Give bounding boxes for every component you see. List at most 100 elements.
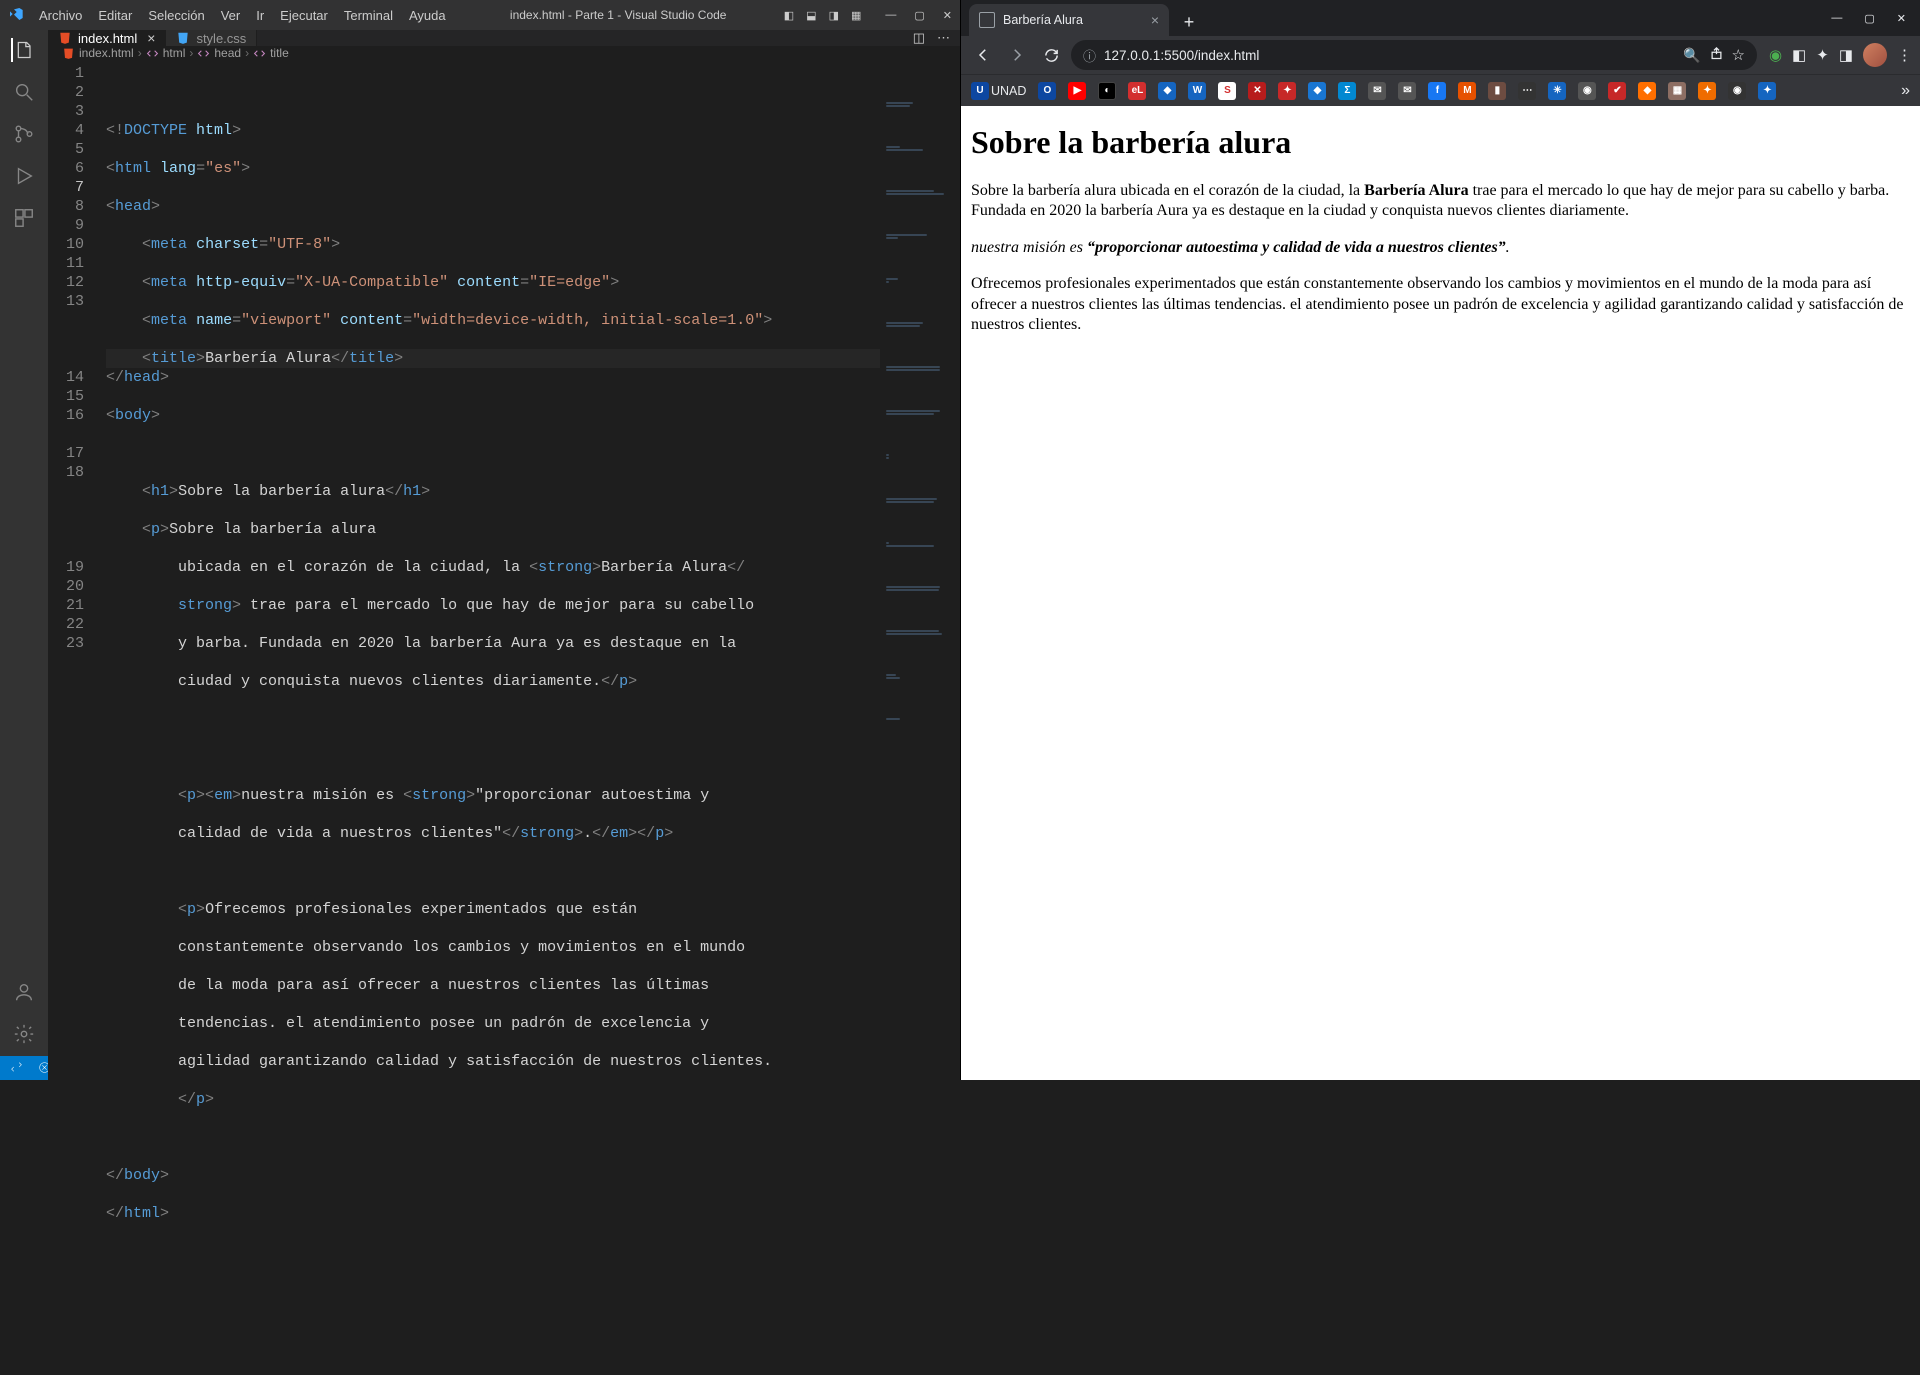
bookmark-star-icon[interactable]: ☆ — [1732, 46, 1745, 64]
bookmark-icon[interactable]: W — [1188, 82, 1206, 100]
vscode-titlebar: Archivo Editar Selección Ver Ir Ejecutar… — [0, 0, 960, 30]
bookmark-icon[interactable]: ✦ — [1758, 82, 1776, 100]
line-gutter: 123456 7891011 1213 1415 16 1718 1920212… — [48, 60, 102, 1375]
browser-tab[interactable]: Barbería Alura × — [969, 4, 1169, 36]
bookmark-icon[interactable]: O — [1038, 82, 1056, 100]
menu-terminal[interactable]: Terminal — [337, 4, 400, 27]
bookmark-icon[interactable]: ✉ — [1398, 82, 1416, 100]
bookmark-icon[interactable]: ✕ — [1248, 82, 1266, 100]
bookmark-icon[interactable]: M — [1458, 82, 1476, 100]
maximize-icon[interactable]: ▢ — [1864, 12, 1874, 25]
breadcrumb-html[interactable]: html — [146, 46, 186, 60]
reload-button[interactable] — [1037, 41, 1065, 69]
remote-indicator[interactable] — [10, 1061, 26, 1075]
menu-editar[interactable]: Editar — [91, 4, 139, 27]
bookmark-icon[interactable]: ✳ — [1548, 82, 1566, 100]
source-control-icon[interactable] — [12, 122, 36, 146]
toggle-panel-bottom-icon[interactable]: ⬓ — [806, 9, 816, 22]
bookmark-icon[interactable]: Σ — [1338, 82, 1356, 100]
minimize-icon[interactable]: — — [1831, 12, 1842, 25]
accounts-icon[interactable] — [12, 980, 36, 1004]
breadcrumb[interactable]: index.html › html › head › title — [48, 46, 960, 60]
customize-layout-icon[interactable]: ▦ — [851, 9, 861, 22]
bookmark-icon[interactable]: ◆ — [1638, 82, 1656, 100]
maximize-icon[interactable]: ▢ — [914, 9, 924, 22]
bookmark-icon[interactable]: eL — [1128, 82, 1146, 100]
tab-label: style.css — [196, 31, 246, 46]
vscode-body: index.html × style.css ◫ ⋯ i — [0, 30, 960, 1056]
bookmark-icon[interactable]: ◉ — [1578, 82, 1596, 100]
new-tab-button[interactable]: + — [1175, 8, 1203, 36]
profile-avatar[interactable] — [1863, 43, 1887, 67]
menu-ver[interactable]: Ver — [214, 4, 248, 27]
close-icon[interactable]: ✕ — [1897, 12, 1906, 25]
extension-icon[interactable]: ◉ — [1769, 46, 1782, 64]
bookmark-icon[interactable]: ✔ — [1608, 82, 1626, 100]
strong-text: “proporcionar autoestima y calidad de vi… — [1087, 239, 1506, 256]
run-debug-icon[interactable] — [12, 164, 36, 188]
bookmark-icon[interactable]: ◉ — [1728, 82, 1746, 100]
bookmark-icon[interactable]: S — [1218, 82, 1236, 100]
side-panel-icon[interactable]: ◨ — [1839, 46, 1853, 64]
css-file-icon — [176, 31, 190, 45]
paragraph-1: Sobre la barbería alura ubicada en el co… — [971, 181, 1910, 222]
tab-close-icon[interactable]: × — [147, 30, 155, 46]
chrome-menu-icon[interactable]: ⋮ — [1897, 46, 1912, 64]
toggle-panel-left-icon[interactable]: ◧ — [784, 9, 794, 22]
editor-tabs: index.html × style.css ◫ ⋯ — [48, 30, 960, 46]
layout-controls: ◧ ⬓ ◨ ▦ — [784, 9, 862, 22]
tab-style-css[interactable]: style.css — [166, 30, 257, 46]
bookmark-icon[interactable]: ◆ — [1158, 82, 1176, 100]
breadcrumb-title[interactable]: title — [253, 46, 289, 60]
back-button[interactable] — [969, 41, 997, 69]
chrome-window: Barbería Alura × + — ▢ ✕ ⓘ 127.0. — [961, 0, 1920, 1080]
extensions-icon[interactable] — [12, 206, 36, 230]
settings-gear-icon[interactable] — [12, 1022, 36, 1046]
tab-label: index.html — [78, 31, 137, 46]
site-info-icon[interactable]: ⓘ — [1083, 46, 1096, 65]
menu-archivo[interactable]: Archivo — [32, 4, 89, 27]
bookmark-icon[interactable]: ⋯ — [1518, 82, 1536, 100]
bookmark-icon[interactable]: ▦ — [1668, 82, 1686, 100]
minimap[interactable] — [880, 60, 960, 1375]
code-text[interactable]: <!DOCTYPE html> <html lang="es"> <head> … — [102, 60, 960, 1375]
menu-seleccion[interactable]: Selección — [141, 4, 211, 27]
bookmark-icon[interactable]: ✦ — [1278, 82, 1296, 100]
search-icon[interactable] — [12, 80, 36, 104]
breadcrumb-file[interactable]: index.html — [62, 46, 134, 60]
explorer-icon[interactable] — [11, 38, 35, 62]
bookmark-item[interactable]: U UNAD — [971, 82, 1026, 100]
bookmark-icon[interactable]: ✉ — [1368, 82, 1386, 100]
menu-ejecutar[interactable]: Ejecutar — [273, 4, 335, 27]
address-bar[interactable]: ⓘ 127.0.0.1:5500/index.html 🔍 ☆ — [1071, 40, 1757, 70]
extension-icon[interactable]: ◧ — [1792, 46, 1806, 64]
bookmark-icon[interactable]: ✦ — [1698, 82, 1716, 100]
minimize-icon[interactable]: — — [885, 9, 896, 21]
bookmarks-overflow-icon[interactable]: » — [1901, 82, 1910, 100]
toolbar-extensions: ◉ ◧ ✦ ◨ ⋮ — [1769, 43, 1912, 67]
zoom-icon[interactable]: 🔍 — [1683, 47, 1700, 64]
bookmark-icon[interactable]: ▮ — [1488, 82, 1506, 100]
split-editor-icon[interactable]: ◫ — [913, 30, 925, 46]
breadcrumb-head[interactable]: head — [197, 46, 241, 60]
tab-index-html[interactable]: index.html × — [48, 30, 166, 46]
close-icon[interactable]: ✕ — [943, 9, 952, 22]
tab-close-icon[interactable]: × — [1151, 12, 1159, 28]
bookmark-icon[interactable]: f — [1428, 82, 1446, 100]
forward-button[interactable] — [1003, 41, 1031, 69]
paragraph-3: Ofrecemos profesionales experimentados q… — [971, 274, 1910, 335]
chrome-window-controls: — ▢ ✕ — [1831, 12, 1920, 25]
share-icon[interactable] — [1709, 46, 1724, 64]
bookmark-icon[interactable]: ◐ — [1098, 82, 1116, 100]
bookmark-icon[interactable]: ▶ — [1068, 82, 1086, 100]
extensions-puzzle-icon[interactable]: ✦ — [1816, 46, 1829, 64]
bookmark-icon[interactable]: ◆ — [1308, 82, 1326, 100]
menu-ir[interactable]: Ir — [249, 4, 271, 27]
toggle-panel-right-icon[interactable]: ◨ — [829, 9, 839, 22]
chrome-chrome: Barbería Alura × + — ▢ ✕ ⓘ 127.0. — [961, 0, 1920, 106]
code-editor[interactable]: 123456 7891011 1213 1415 16 1718 1920212… — [48, 60, 960, 1375]
editor-actions: ◫ ⋯ — [913, 30, 960, 46]
menu-ayuda[interactable]: Ayuda — [402, 4, 453, 27]
chevron-right-icon: › — [245, 46, 249, 60]
more-actions-icon[interactable]: ⋯ — [937, 30, 950, 46]
